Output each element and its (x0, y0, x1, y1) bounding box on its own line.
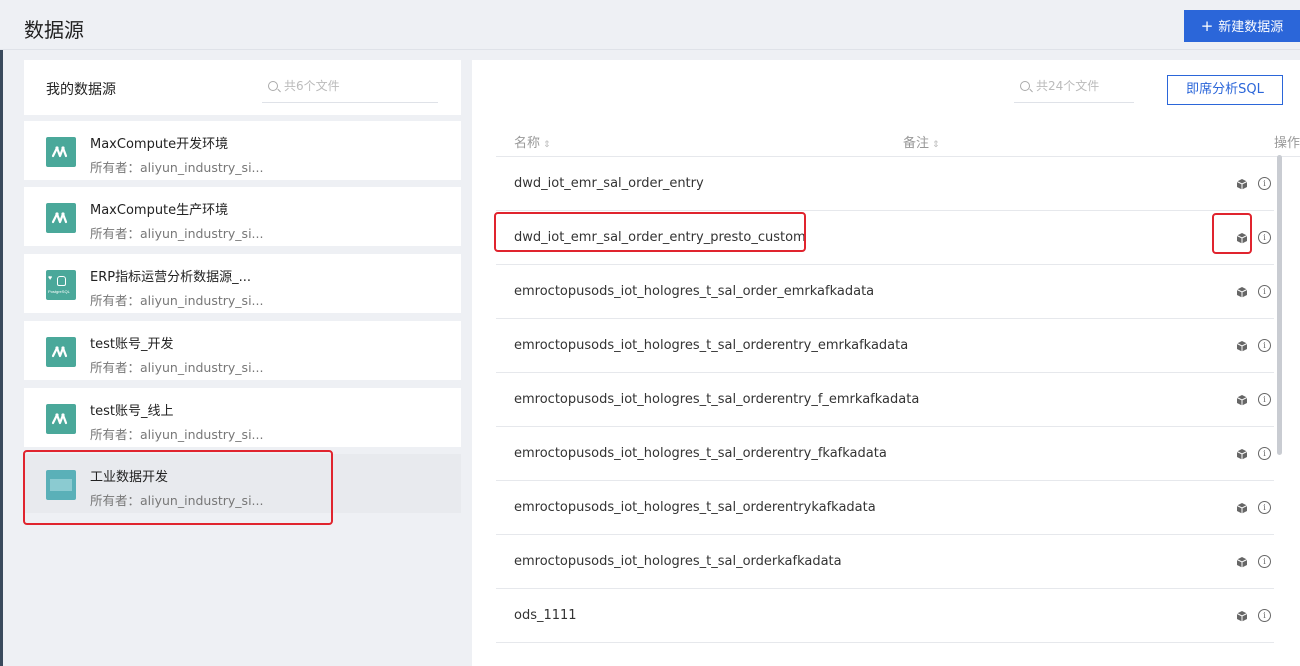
plus-icon: + (1200, 17, 1214, 35)
table-name: emroctopusods_iot_hologres_t_sal_order_e… (514, 284, 875, 299)
datasource-search (262, 77, 438, 103)
cube-icon[interactable] (1236, 178, 1248, 190)
datasource-search-input[interactable] (284, 79, 434, 93)
page-header: 数据源 + 新建数据源 (0, 0, 1300, 50)
table-name: dwd_iot_emr_sal_order_entry (514, 176, 704, 191)
annotation-highlight-table-row (494, 212, 806, 252)
column-note-header[interactable]: 备注 ⇕ (903, 132, 940, 151)
maxcompute-icon (46, 337, 76, 367)
datasource-owner: 所有者：aliyun_industry_si... (90, 226, 264, 241)
cube-icon[interactable] (1236, 556, 1248, 568)
search-icon (1020, 81, 1030, 91)
sort-icon: ⇕ (932, 140, 940, 150)
datasource-owner: 所有者：aliyun_industry_si... (90, 293, 264, 308)
adhoc-sql-button[interactable]: 即席分析SQL (1167, 75, 1283, 105)
info-icon[interactable]: i (1258, 393, 1271, 406)
table-scrollbar[interactable] (1277, 155, 1282, 455)
table-name: emroctopusods_iot_hologres_t_sal_orderen… (514, 500, 876, 515)
maxcompute-icon (46, 203, 76, 233)
table-row[interactable]: emroctopusods_iot_hologres_t_sal_orderen… (496, 481, 1274, 535)
cube-icon[interactable] (1236, 502, 1248, 514)
info-icon[interactable]: i (1258, 501, 1271, 514)
column-name-header[interactable]: 名称 ⇕ (514, 132, 551, 151)
table-row[interactable]: emroctopusods_iot_hologres_t_sal_orderka… (496, 535, 1274, 589)
table-row[interactable]: emroctopusods_iot_hologres_t_sal_orderen… (496, 373, 1274, 427)
maxcompute-icon (46, 137, 76, 167)
datasource-tables-panel: 即席分析SQL 名称⇕ 备注⇕ 操作 dwd_iot_emr_sal_order… (472, 60, 1300, 666)
datasource-item[interactable]: MaxCompute开发环境 所有者：aliyun_industry_si... (24, 121, 461, 180)
table-row[interactable]: dwd_iot_emr_sal_order_entry i (496, 157, 1274, 211)
my-datasources-title: 我的数据源 (46, 82, 116, 98)
datasource-owner: 所有者：aliyun_industry_si... (90, 160, 264, 175)
new-datasource-button[interactable]: + 新建数据源 (1184, 10, 1300, 42)
postgresql-icon: ♥ PostgreSQL (46, 270, 76, 300)
datasource-item[interactable]: test账号_线上 所有者：aliyun_industry_si... (24, 388, 461, 447)
info-icon[interactable]: i (1258, 447, 1271, 460)
cube-icon[interactable] (1236, 286, 1248, 298)
info-icon[interactable]: i (1258, 339, 1271, 352)
column-ops-header: 操作 (1273, 136, 1300, 151)
datasource-name: MaxCompute开发环境 (90, 137, 229, 152)
table-search (1014, 77, 1134, 103)
datasource-item[interactable]: ♥ PostgreSQL ERP指标运营分析数据源_... 所有者：aliyun… (24, 254, 461, 313)
table-row[interactable]: emroctopusods_iot_hologres_t_sal_orderen… (496, 427, 1274, 481)
datasource-name: ERP指标运营分析数据源_... (90, 270, 251, 285)
table-name: emroctopusods_iot_hologres_t_sal_orderen… (514, 446, 887, 461)
info-icon[interactable]: i (1258, 555, 1271, 568)
sort-icon: ⇕ (543, 140, 551, 150)
table-name: emroctopusods_iot_hologres_t_sal_orderka… (514, 554, 842, 569)
cube-icon[interactable] (1236, 394, 1248, 406)
info-icon[interactable]: i (1258, 285, 1271, 298)
datasource-owner: 所有者：aliyun_industry_si... (90, 427, 264, 442)
table-row[interactable]: emroctopusods_iot_hologres_t_sal_orderen… (496, 319, 1274, 373)
table-name: ods_1111 (514, 608, 577, 623)
my-datasources-panel: 我的数据源 MaxCompute开发环境 所有者：aliyun_industry… (24, 60, 461, 666)
new-datasource-label: 新建数据源 (1218, 20, 1284, 35)
table-header: 名称 ⇕ 备注 ⇕ 操作 (496, 125, 1300, 157)
info-icon[interactable]: i (1258, 177, 1271, 190)
table-name: emroctopusods_iot_hologres_t_sal_orderen… (514, 338, 909, 353)
datasource-name: test账号_开发 (90, 337, 174, 352)
datasource-name: MaxCompute生产环境 (90, 203, 229, 218)
datasource-owner: 所有者：aliyun_industry_si... (90, 360, 264, 375)
info-icon[interactable]: i (1258, 231, 1271, 244)
table-search-input[interactable] (1036, 79, 1132, 93)
annotation-highlight-selected-datasource (23, 450, 333, 525)
table-row[interactable]: ods_1111 i (496, 589, 1274, 643)
cube-icon[interactable] (1236, 448, 1248, 460)
datasource-item[interactable]: test账号_开发 所有者：aliyun_industry_si... (24, 321, 461, 380)
cube-icon[interactable] (1236, 340, 1248, 352)
my-datasources-header: 我的数据源 (24, 60, 461, 115)
annotation-highlight-cube-icon (1212, 213, 1252, 254)
datasource-item[interactable]: MaxCompute生产环境 所有者：aliyun_industry_si... (24, 187, 461, 246)
app-left-edge (0, 0, 3, 666)
datasource-name: test账号_线上 (90, 404, 174, 419)
table-row[interactable]: emroctopusods_iot_hologres_t_sal_order_e… (496, 265, 1274, 319)
search-icon (268, 81, 278, 91)
page-title: 数据源 (24, 18, 84, 42)
cube-icon[interactable] (1236, 610, 1248, 622)
maxcompute-icon (46, 404, 76, 434)
table-name: emroctopusods_iot_hologres_t_sal_orderen… (514, 392, 920, 407)
info-icon[interactable]: i (1258, 609, 1271, 622)
